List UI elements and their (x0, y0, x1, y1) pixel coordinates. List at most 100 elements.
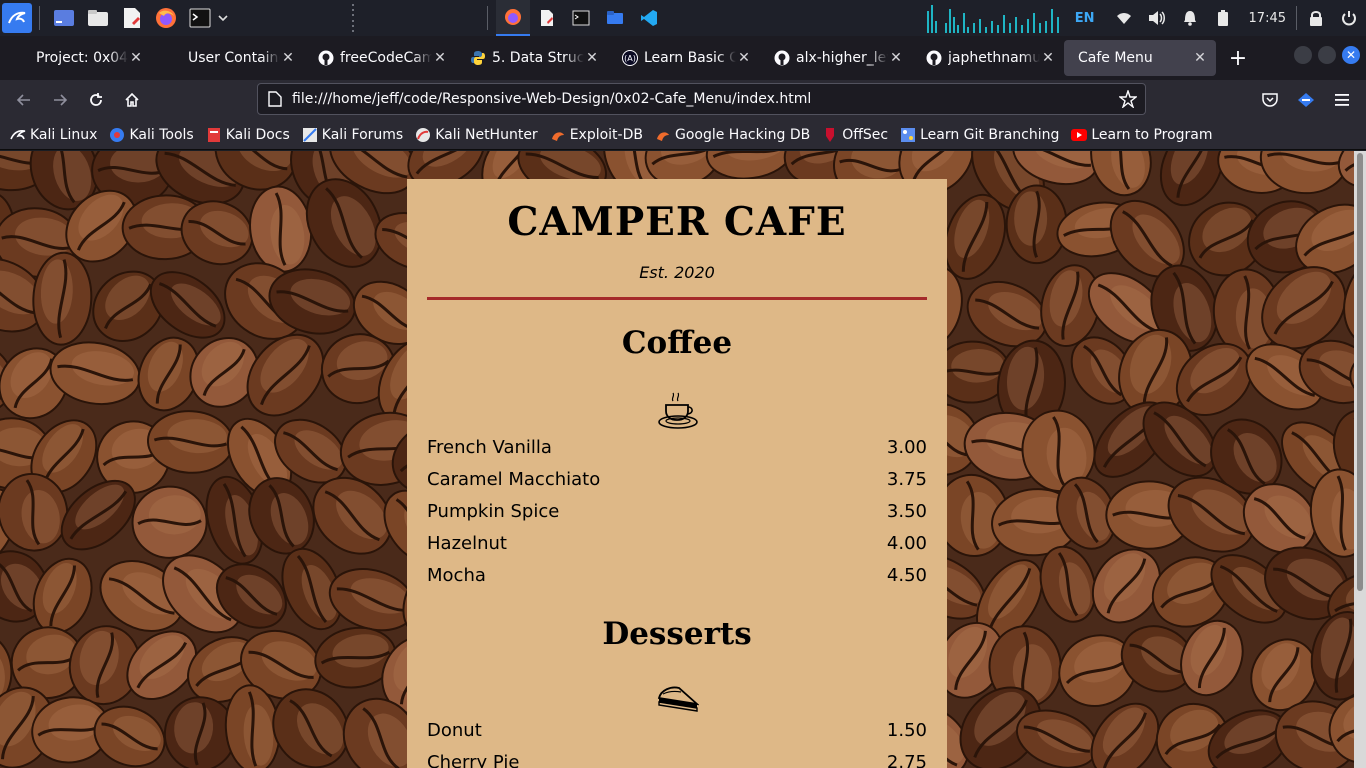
network-button[interactable] (1113, 7, 1135, 29)
tab-data-structures[interactable]: 5. Data Structu ✕ (456, 40, 608, 76)
wifi-icon (1116, 13, 1131, 24)
ghdb-icon (655, 127, 671, 143)
close-tab-icon[interactable]: ✕ (280, 50, 296, 66)
hamburger-icon (1335, 94, 1349, 106)
pie-icon (657, 686, 699, 712)
close-tab-icon[interactable]: ✕ (1040, 50, 1056, 66)
plus-icon: + (1228, 45, 1248, 71)
close-tab-icon[interactable]: ✕ (584, 50, 600, 66)
close-window-button[interactable]: ✕ (1342, 46, 1360, 64)
maximize-button[interactable] (1318, 46, 1336, 64)
tab-japhethnamuk[interactable]: japhethnamuk ✕ (912, 40, 1064, 76)
bookmark-google-hacking-db[interactable]: Google Hacking DB (655, 127, 810, 143)
tab-user-container[interactable]: User Container ✕ (152, 40, 304, 76)
bookmark-learn-git-branching[interactable]: Learn Git Branching (900, 127, 1059, 143)
freecodecamp-icon: (A) (622, 50, 638, 66)
minimize-button[interactable] (1294, 46, 1312, 64)
text-editor-button[interactable] (120, 6, 144, 30)
battery-button[interactable] (1212, 7, 1234, 29)
arrow-right-icon (54, 94, 68, 106)
keyboard-layout[interactable]: EN (1075, 11, 1095, 26)
reload-icon (90, 93, 102, 106)
bookmark-kali-docs[interactable]: Kali Docs (206, 127, 290, 143)
firefox-icon (156, 8, 176, 28)
tab-strip: Project: 0x04. ✕ User Container ✕ freeCo… (0, 36, 1366, 80)
taskbar-window-files[interactable] (598, 0, 632, 36)
logout-button[interactable] (1338, 7, 1360, 29)
launcher-dropdown[interactable] (217, 6, 229, 30)
page-content: CAMPER CAFE Est. 2020 Coffee French Vani… (0, 151, 1366, 768)
tab-project[interactable]: Project: 0x04. ✕ (0, 40, 152, 76)
url-text[interactable]: file:///home/jeff/code/Responsive-Web-De… (292, 91, 1119, 107)
lock-screen-button[interactable] (1305, 7, 1327, 29)
pocket-button[interactable] (1254, 84, 1286, 116)
bookmark-offsec[interactable]: OffSec (822, 127, 888, 143)
bookmark-label: OffSec (842, 126, 889, 143)
bookmark-star-icon[interactable] (1119, 90, 1137, 108)
reload-button[interactable] (80, 84, 112, 116)
chevron-down-icon (218, 15, 228, 22)
bookmark-exploit-db[interactable]: Exploit-DB (550, 127, 643, 143)
bookmark-label: Kali Forums (321, 126, 404, 143)
close-tab-icon[interactable]: ✕ (432, 50, 448, 66)
nethunter-icon (415, 127, 431, 143)
new-tab-button[interactable]: + (1222, 42, 1254, 74)
close-tab-icon[interactable]: ✕ (736, 50, 752, 66)
bookmark-label: Google Hacking DB (674, 126, 811, 143)
tab-cafe-menu[interactable]: Cafe Menu ✕ (1064, 40, 1216, 76)
youtube-icon (1071, 127, 1088, 143)
show-desktop-button[interactable] (52, 6, 76, 30)
bookmark-kali-forums[interactable]: Kali Forums (302, 127, 403, 143)
home-button[interactable] (116, 84, 148, 116)
terminal-launcher[interactable] (188, 6, 212, 30)
tab-alx-higher-level[interactable]: alx-higher_lev ✕ (760, 40, 912, 76)
taskbar-window-editor[interactable] (530, 0, 564, 36)
pocket-icon (1262, 93, 1278, 107)
bell-icon (1183, 11, 1196, 26)
folder-icon (88, 10, 108, 26)
close-tab-icon[interactable]: ✕ (128, 50, 144, 66)
panel-separator (352, 4, 356, 32)
menu-item: Cherry Pie 2.75 (427, 752, 927, 768)
menu-item: Mocha 4.50 (427, 565, 927, 586)
web-icon (14, 50, 30, 66)
extension-button[interactable] (1290, 84, 1322, 116)
kali-menu-button[interactable] (2, 3, 32, 33)
clock[interactable]: 17:45 (1249, 11, 1286, 26)
tab-title: 5. Data Structu (492, 50, 584, 66)
divider (427, 297, 927, 300)
app-menu-button[interactable] (1326, 84, 1358, 116)
bookmark-kali-tools[interactable]: Kali Tools (109, 127, 194, 143)
bookmark-kali-nethunter[interactable]: Kali NetHunter (415, 127, 538, 143)
git-branching-icon (900, 127, 916, 143)
back-button[interactable] (8, 84, 40, 116)
taskbar-window-vscode[interactable] (632, 0, 666, 36)
bookmark-learn-to-program[interactable]: Learn to Program (1071, 127, 1213, 143)
taskbar-window-terminal[interactable] (564, 0, 598, 36)
item-price: 1.50 (886, 720, 927, 741)
home-icon (125, 92, 139, 107)
url-bar[interactable]: file:///home/jeff/code/Responsive-Web-De… (257, 83, 1146, 115)
tab-title: Cafe Menu (1078, 50, 1153, 66)
taskbar-window-firefox[interactable] (496, 0, 530, 36)
tab-title: freeCodeCamp (340, 50, 432, 66)
file-manager-button[interactable] (86, 6, 110, 30)
svg-text:(A): (A) (624, 54, 636, 63)
close-tab-icon[interactable]: ✕ (1192, 50, 1208, 66)
page-icon (268, 91, 282, 107)
bookmark-kali-linux[interactable]: Kali Linux (10, 127, 97, 143)
github-icon (774, 50, 790, 66)
power-icon (1342, 11, 1356, 26)
scrollbar-thumb[interactable] (1357, 153, 1363, 591)
tab-learn-basic-css[interactable]: (A) Learn Basic CS ✕ (608, 40, 760, 76)
volume-button[interactable] (1146, 7, 1168, 29)
close-tab-icon[interactable]: ✕ (888, 50, 904, 66)
forward-button[interactable] (44, 84, 76, 116)
battery-icon (1217, 10, 1228, 26)
firefox-launcher[interactable] (154, 6, 178, 30)
page-scrollbar[interactable] (1354, 151, 1366, 768)
tab-title: Project: 0x04. (36, 50, 128, 66)
tab-freecodecamp[interactable]: freeCodeCamp ✕ (304, 40, 456, 76)
github-icon (926, 50, 942, 66)
notifications-button[interactable] (1179, 7, 1201, 29)
